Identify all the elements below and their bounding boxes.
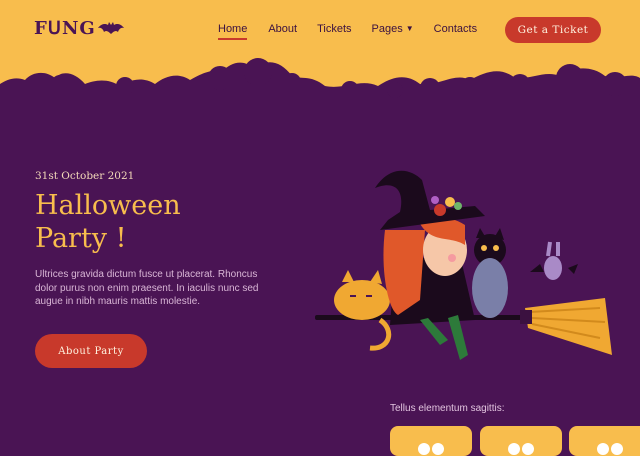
main-nav: Home About Tickets Pages ▼ Contacts — [218, 23, 477, 40]
nav-tickets[interactable]: Tickets — [317, 23, 351, 35]
witch-illustration — [315, 170, 612, 360]
counter-digit-shape — [522, 443, 534, 455]
bat-icon — [97, 21, 124, 34]
logo-text: FꓴNG — [34, 18, 96, 39]
nav-pages[interactable]: Pages ▼ — [372, 23, 414, 35]
counter-digit-shape — [611, 443, 623, 455]
get-ticket-button[interactable]: Get a Ticket — [505, 17, 601, 43]
countdown-box-minutes — [569, 426, 640, 456]
counter-digit-shape — [597, 443, 609, 455]
nav-pages-label: Pages — [371, 23, 403, 35]
brand-logo[interactable]: FꓴNG — [34, 18, 124, 39]
hero-title: Halloween Party ! — [35, 189, 255, 255]
countdown-box-days — [390, 426, 472, 456]
about-party-button[interactable]: About Party — [35, 334, 147, 368]
counter-digit-shape — [432, 443, 444, 455]
countdown-box-hours — [480, 426, 562, 456]
chevron-down-icon: ▼ — [405, 24, 414, 33]
cloud-border — [0, 50, 640, 99]
hero-title-line2: Party ! — [35, 223, 127, 254]
nav-contacts[interactable]: Contacts — [434, 23, 477, 35]
counter-digit-shape — [418, 443, 430, 455]
event-date: 31st October 2021 — [35, 170, 135, 182]
nav-home[interactable]: Home — [218, 23, 248, 40]
hero-title-line1: Halloween — [35, 190, 181, 221]
countdown-label: Tellus elementum sagittis: — [390, 403, 505, 414]
counter-digit-shape — [508, 443, 520, 455]
nav-about[interactable]: About — [268, 23, 297, 35]
hero-description: Ultrices gravida dictum fusce ut placera… — [35, 269, 259, 307]
